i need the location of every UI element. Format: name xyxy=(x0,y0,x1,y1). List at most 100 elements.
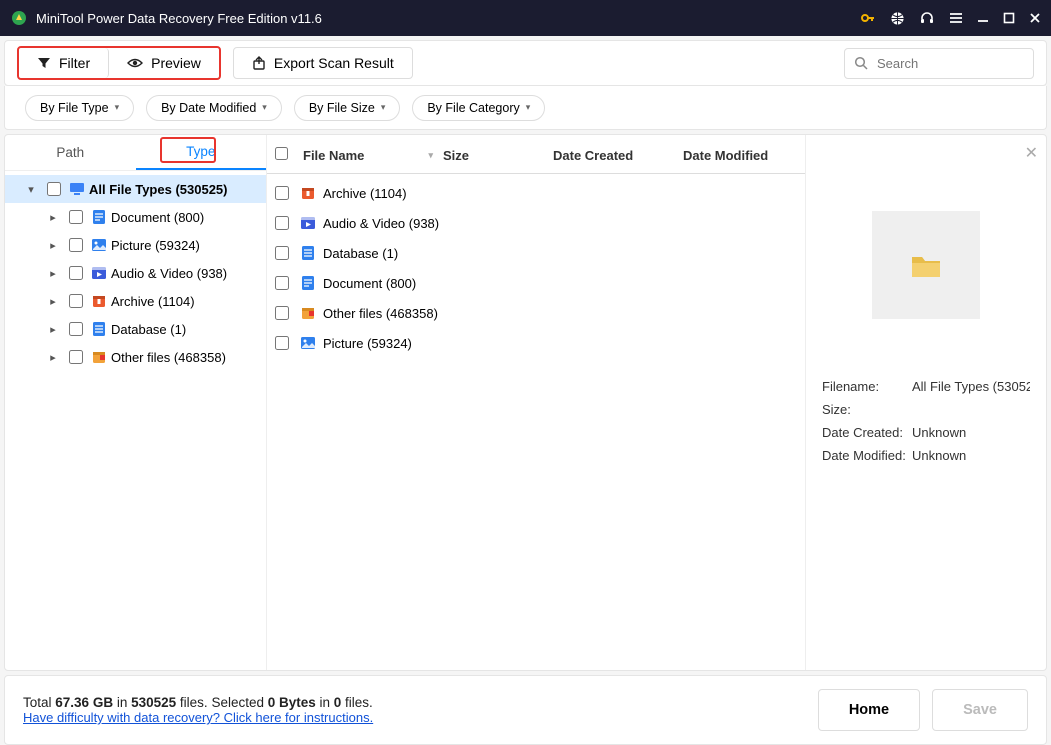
col-size[interactable]: Size xyxy=(443,148,553,163)
maximize-icon[interactable] xyxy=(1003,12,1015,24)
row-label: Picture (59324) xyxy=(323,336,412,351)
tree-checkbox[interactable] xyxy=(69,238,83,252)
db-icon xyxy=(299,244,317,262)
col-filename[interactable]: File Name▾ xyxy=(303,148,443,163)
tree-item[interactable]: Picture (59324) xyxy=(5,231,266,259)
av-icon xyxy=(91,265,107,281)
preview-thumb xyxy=(872,211,980,319)
by-category-drop[interactable]: By File Category▾ xyxy=(412,95,545,121)
row-checkbox[interactable] xyxy=(275,246,289,260)
save-button[interactable]: Save xyxy=(932,689,1028,731)
list-row[interactable]: Other files (468358) xyxy=(267,298,805,328)
tab-path[interactable]: Path xyxy=(5,135,136,170)
db-icon xyxy=(91,321,107,337)
list-row[interactable]: Database (1) xyxy=(267,238,805,268)
expand-icon[interactable] xyxy=(23,183,39,196)
menu-icon[interactable] xyxy=(949,11,963,25)
tree-checkbox[interactable] xyxy=(47,182,61,196)
tree-item[interactable]: Archive (1104) xyxy=(5,287,266,315)
export-label: Export Scan Result xyxy=(274,55,394,71)
list-row[interactable]: Picture (59324) xyxy=(267,328,805,358)
sidebar-tabs: Path Type xyxy=(5,135,266,171)
file-list: File Name▾ Size Date Created Date Modifi… xyxy=(267,135,806,670)
meta-dc-k: Date Created: xyxy=(822,425,912,440)
meta-size-k: Size: xyxy=(822,402,912,417)
tree-item-label: Audio & Video (938) xyxy=(111,266,227,281)
close-icon[interactable] xyxy=(1029,12,1041,24)
search-icon xyxy=(854,56,868,70)
tree-item[interactable]: Audio & Video (938) xyxy=(5,259,266,287)
row-label: Archive (1104) xyxy=(323,186,407,201)
expand-icon[interactable] xyxy=(45,295,61,308)
tree: All File Types (530525) Document (800) P… xyxy=(5,171,266,670)
tab-type[interactable]: Type xyxy=(136,135,267,170)
meta-filename-v: All File Types (530525) xyxy=(912,379,1030,394)
doc-icon xyxy=(299,274,317,292)
row-checkbox[interactable] xyxy=(275,336,289,350)
list-row[interactable]: Document (800) xyxy=(267,268,805,298)
expand-icon[interactable] xyxy=(45,211,61,224)
tree-item-label: Picture (59324) xyxy=(111,238,200,253)
chevron-down-icon: ▾ xyxy=(381,102,386,113)
row-label: Audio & Video (938) xyxy=(323,216,439,231)
list-row[interactable]: Audio & Video (938) xyxy=(267,208,805,238)
av-icon xyxy=(299,214,317,232)
tree-item[interactable]: Document (800) xyxy=(5,203,266,231)
chevron-down-icon: ▾ xyxy=(526,102,531,113)
expand-icon[interactable] xyxy=(45,351,61,364)
close-preview-icon[interactable]: ✕ xyxy=(1025,143,1038,163)
other-icon xyxy=(299,304,317,322)
by-date-drop[interactable]: By Date Modified▾ xyxy=(146,95,282,121)
pic-icon xyxy=(299,334,317,352)
tree-item-label: Database (1) xyxy=(111,322,186,337)
monitor-icon xyxy=(69,181,85,197)
arc-icon xyxy=(91,293,107,309)
row-checkbox[interactable] xyxy=(275,186,289,200)
titlebar: MiniTool Power Data Recovery Free Editio… xyxy=(0,0,1051,36)
app-logo-icon xyxy=(10,9,28,27)
meta-filename-k: Filename: xyxy=(822,379,912,394)
tree-item[interactable]: Other files (468358) xyxy=(5,343,266,371)
tree-checkbox[interactable] xyxy=(69,350,83,364)
doc-icon xyxy=(91,209,107,225)
tree-checkbox[interactable] xyxy=(69,322,83,336)
row-label: Other files (468358) xyxy=(323,306,438,321)
help-link[interactable]: Have difficulty with data recovery? Clic… xyxy=(23,710,373,725)
meta-size-v xyxy=(912,402,1030,417)
tree-checkbox[interactable] xyxy=(69,294,83,308)
minimize-icon[interactable] xyxy=(977,12,989,24)
meta-dc-v: Unknown xyxy=(912,425,1030,440)
expand-icon[interactable] xyxy=(45,267,61,280)
search-input[interactable] xyxy=(844,48,1034,79)
sort-caret-icon: ▾ xyxy=(428,150,433,161)
list-row[interactable]: Archive (1104) xyxy=(267,178,805,208)
row-label: Document (800) xyxy=(323,276,416,291)
row-checkbox[interactable] xyxy=(275,306,289,320)
tree-item-label: Archive (1104) xyxy=(111,294,195,309)
key-icon[interactable] xyxy=(860,10,876,26)
filter-button[interactable]: Filter xyxy=(19,48,109,78)
sidebar: Path Type All File Types (530525) Docume… xyxy=(5,135,267,670)
by-file-type-drop[interactable]: By File Type▾ xyxy=(25,95,134,121)
headset-icon[interactable] xyxy=(919,10,935,26)
preview-button[interactable]: Preview xyxy=(109,48,219,78)
expand-icon[interactable] xyxy=(45,323,61,336)
row-checkbox[interactable] xyxy=(275,276,289,290)
export-button[interactable]: Export Scan Result xyxy=(233,47,413,79)
expand-icon[interactable] xyxy=(45,239,61,252)
row-checkbox[interactable] xyxy=(275,216,289,230)
globe-icon[interactable] xyxy=(890,11,905,26)
select-all-checkbox[interactable] xyxy=(275,147,288,160)
tree-root-label: All File Types (530525) xyxy=(89,182,228,197)
col-date-created[interactable]: Date Created xyxy=(553,148,683,163)
by-size-drop[interactable]: By File Size▾ xyxy=(294,95,401,121)
tree-item[interactable]: Database (1) xyxy=(5,315,266,343)
eye-icon xyxy=(127,56,143,70)
meta-dm-k: Date Modified: xyxy=(822,448,912,463)
tree-checkbox[interactable] xyxy=(69,210,83,224)
tree-checkbox[interactable] xyxy=(69,266,83,280)
tree-root[interactable]: All File Types (530525) xyxy=(5,175,266,203)
col-date-modified[interactable]: Date Modified xyxy=(683,148,797,163)
home-button[interactable]: Home xyxy=(818,689,920,731)
export-icon xyxy=(252,56,266,70)
